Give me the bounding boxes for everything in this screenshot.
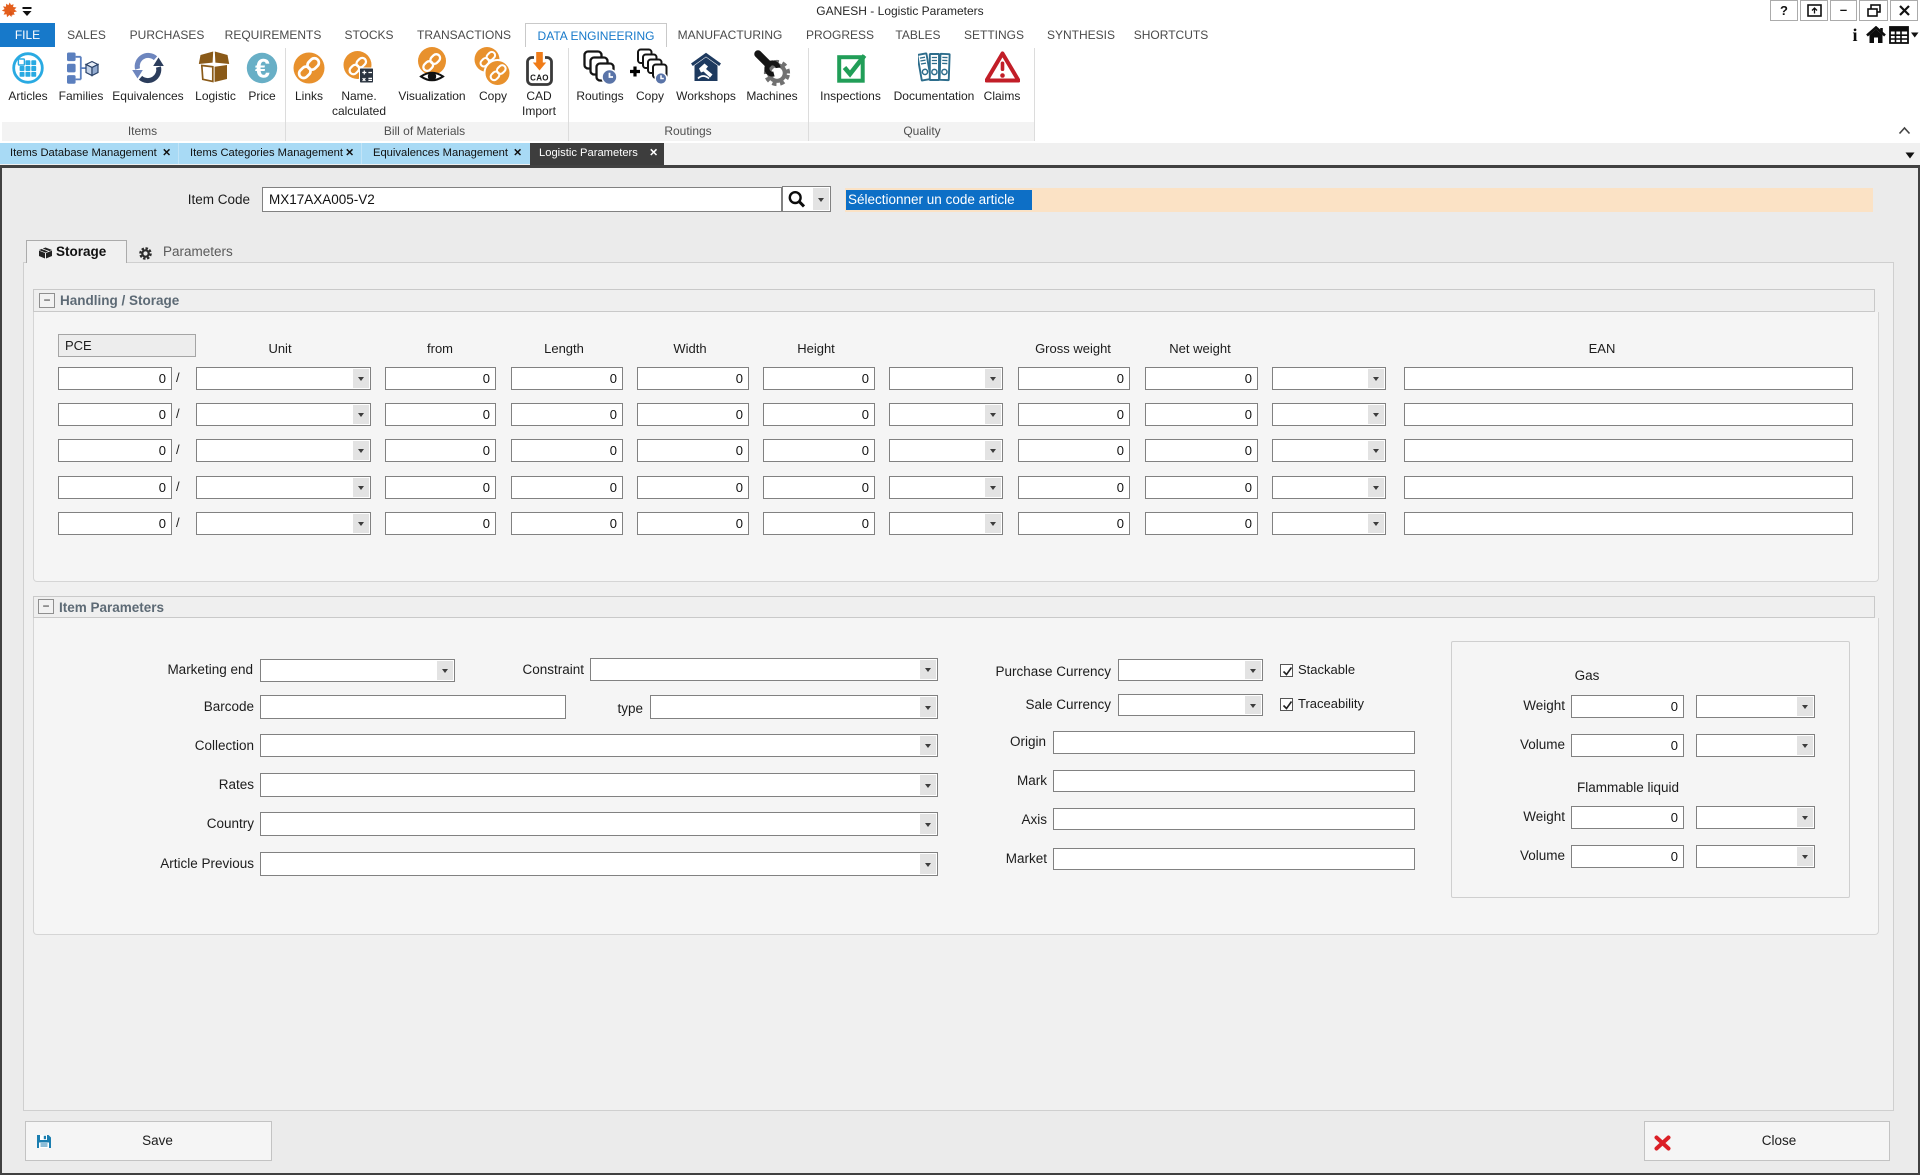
- svg-text:CAO: CAO: [530, 74, 549, 83]
- svg-text:€: €: [255, 54, 270, 84]
